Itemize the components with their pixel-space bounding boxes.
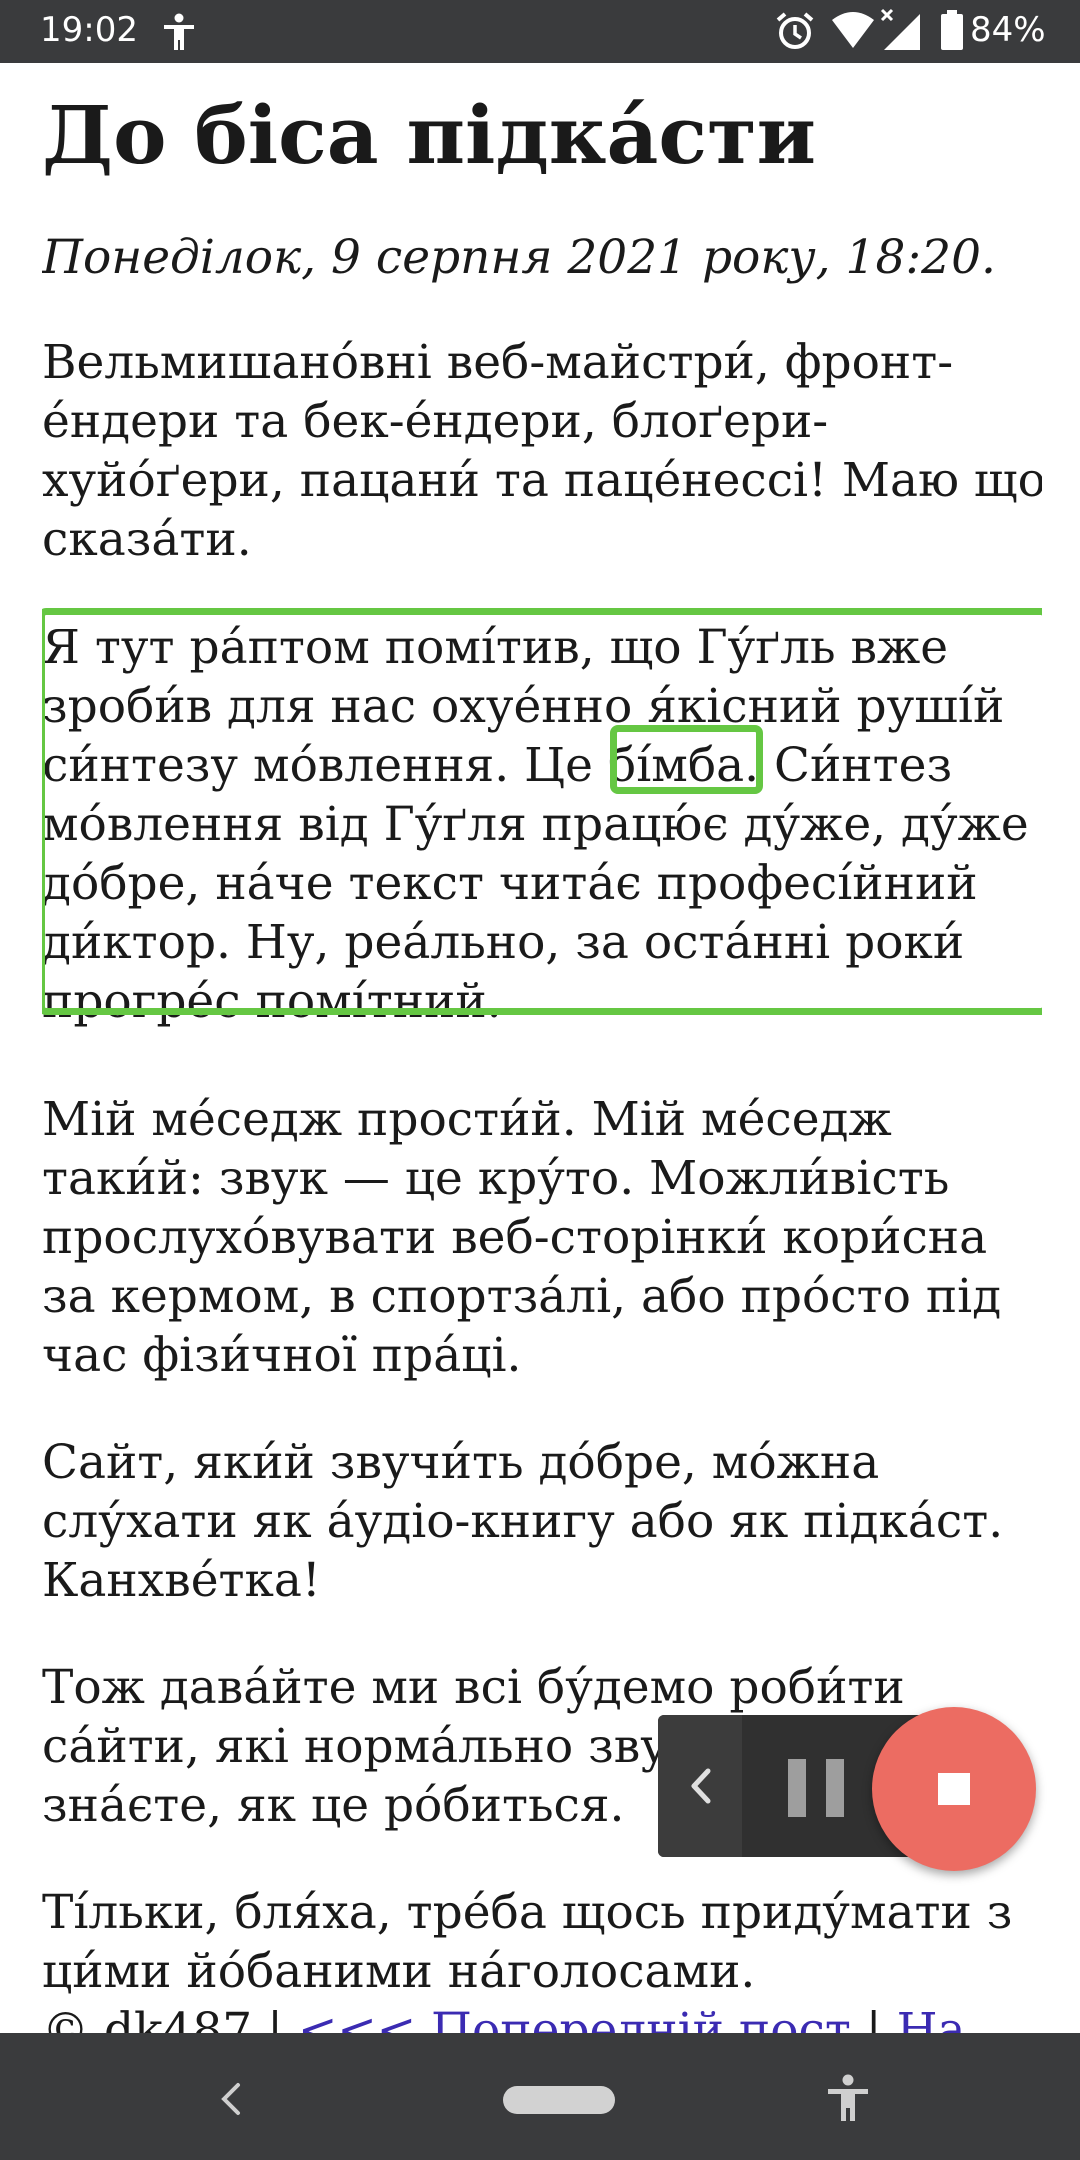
pause-button[interactable]	[788, 1759, 848, 1817]
footer: © dk487 | <<< Попередній пост | На	[42, 2001, 966, 2033]
alarm-icon	[776, 12, 814, 49]
footer-separator: |	[850, 2003, 897, 2033]
home-pill[interactable]	[503, 2086, 615, 2114]
status-time: 19:02	[40, 10, 138, 50]
wifi-icon	[832, 12, 874, 48]
stop-button[interactable]	[872, 1707, 1036, 1871]
paragraph-4: Сайт, яки́й звучи́ть до́бре, мо́жна слу́…	[42, 1435, 1004, 1608]
player-collapse-button[interactable]	[658, 1715, 742, 1857]
chevron-left-icon	[691, 1768, 711, 1804]
pause-icon	[788, 1759, 806, 1817]
battery-icon	[941, 10, 963, 50]
page-title: До біса підка́сти	[42, 88, 816, 182]
paragraph-3: Мій ме́седж прости́й. Мій ме́седж таки́й…	[42, 1092, 1002, 1383]
paragraph-6: Ті́льки, бля́ха, тре́ба щось приду́мати …	[42, 1885, 1013, 1999]
battery-percentage: 84%	[970, 10, 1046, 50]
pause-icon-bar	[826, 1759, 844, 1817]
signal-icon	[880, 8, 920, 50]
accessibility-icon	[164, 13, 194, 50]
next-link[interactable]: На	[897, 2003, 966, 2033]
copyright: © dk487 |	[42, 2003, 298, 2033]
post-date: Понеділок, 9 серпня 2021 року, 18:20.	[42, 230, 996, 285]
accessibility-icon[interactable]	[824, 2073, 872, 2125]
navigation-bar	[0, 2033, 1080, 2160]
stop-icon	[938, 1773, 970, 1805]
paragraph-1: Вельмишано́вні веб-майстри́, фронт-е́нде…	[42, 335, 1042, 567]
back-icon[interactable]	[214, 2077, 250, 2121]
paragraph-2: Я тут ра́птом помі́тив, що Гу́ґль вже зр…	[42, 620, 1029, 1029]
status-bar: 19:02 84%	[0, 0, 1080, 63]
previous-post-link[interactable]: <<< Попередній пост	[298, 2003, 851, 2033]
